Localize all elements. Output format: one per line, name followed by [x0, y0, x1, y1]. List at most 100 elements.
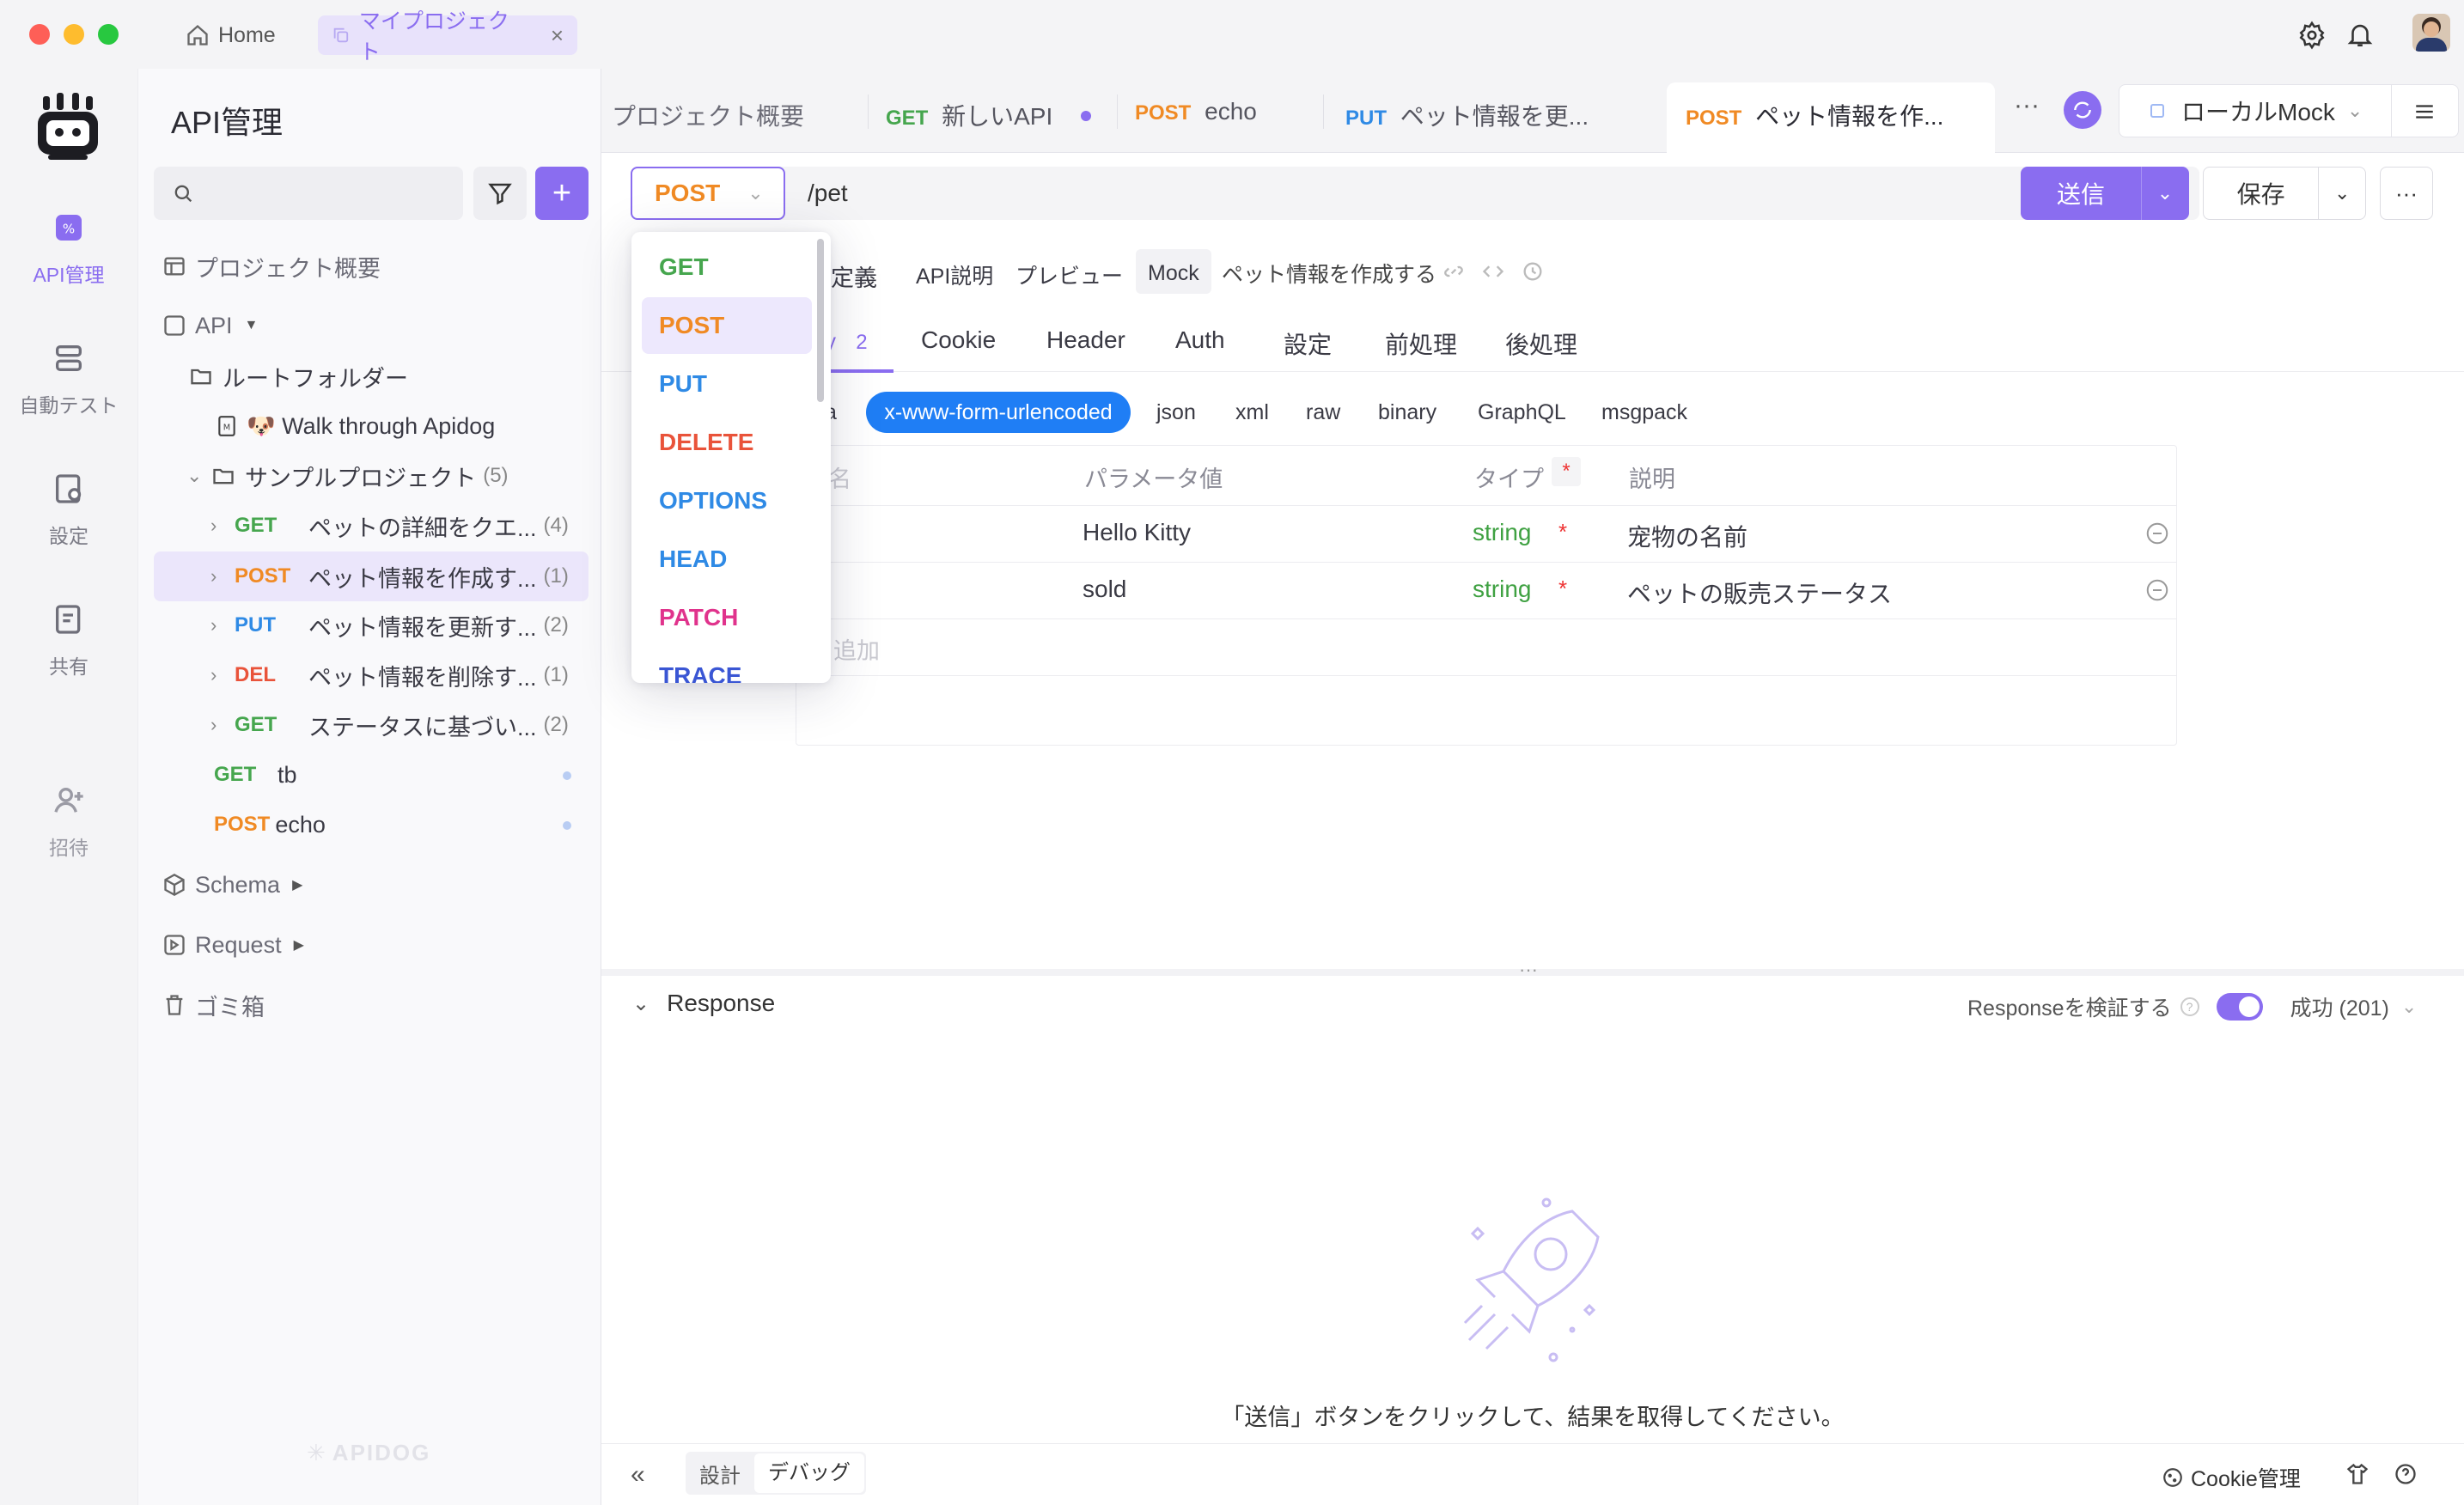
debug-mode-button[interactable]: デバッグ — [754, 1453, 864, 1493]
sidebar-item-schema[interactable]: Schema ▶ — [162, 861, 302, 909]
menu-icon[interactable] — [2413, 101, 2436, 123]
avatar[interactable] — [2412, 14, 2450, 52]
rail-share[interactable]: 共有 — [0, 602, 137, 679]
sidebar-item-root-folder[interactable]: ルートフォルダー — [188, 352, 408, 400]
rail-invite[interactable]: 招待 — [0, 783, 137, 861]
body-type-binary[interactable]: binary — [1378, 400, 1436, 425]
tab-put-pet[interactable]: PUT ペット情報を更... — [1345, 98, 1589, 132]
root-folder-label: ルートフォルダー — [223, 365, 408, 392]
search-input[interactable] — [154, 167, 463, 220]
subtab-preview[interactable]: プレビュー — [1015, 259, 1123, 290]
tab-settings[interactable]: 設定 — [1284, 326, 1332, 361]
method-option-trace[interactable]: TRACE — [642, 648, 812, 683]
filter-button[interactable] — [473, 167, 527, 220]
param-value-cell[interactable]: sold — [1083, 576, 1126, 603]
required-mark[interactable]: * — [1558, 576, 1567, 602]
body-type-urlencoded[interactable]: x-www-form-urlencoded — [866, 392, 1131, 433]
sidebar-item-walkthrough[interactable]: M 🐶 Walk through Apidog — [216, 402, 495, 450]
tab-new-api[interactable]: GET 新しいAPI — [886, 98, 1052, 132]
shirt-icon[interactable] — [2345, 1462, 2369, 1486]
method-option-options[interactable]: OPTIONS — [642, 472, 812, 529]
sidebar-item-api[interactable]: API ▼ — [162, 302, 258, 350]
body-type-xml[interactable]: xml — [1235, 400, 1269, 425]
gear-icon[interactable] — [2297, 21, 2327, 50]
tab-echo[interactable]: POST echo — [1135, 98, 1257, 125]
add-button[interactable]: + — [535, 167, 589, 220]
rail-api-management[interactable]: % API管理 — [0, 210, 137, 288]
rail-settings[interactable]: 設定 — [0, 472, 137, 549]
code-icon[interactable] — [1481, 259, 1505, 283]
required-mark[interactable]: * — [1558, 519, 1567, 545]
method-option-head[interactable]: HEAD — [642, 531, 812, 588]
history-icon[interactable] — [1521, 259, 1545, 283]
body-type-label: xml — [1235, 400, 1269, 424]
maximize-window-button[interactable] — [98, 24, 119, 45]
help-icon[interactable]: ? — [2180, 997, 2199, 1016]
help-circle-icon[interactable] — [2394, 1462, 2418, 1486]
sidebar-item-trash[interactable]: ゴミ箱 — [162, 981, 265, 1029]
method-option-get[interactable]: GET — [642, 239, 812, 296]
chevron-down-icon[interactable]: ⌄ — [2142, 182, 2188, 204]
method-option-put[interactable]: PUT — [642, 356, 812, 412]
body-type-graphql[interactable]: GraphQL — [1478, 400, 1566, 425]
param-value-cell[interactable]: Hello Kitty — [1083, 519, 1191, 546]
response-status[interactable]: 成功 (201) — [2290, 991, 2389, 1022]
sidebar-endpoint-tb[interactable]: GET tb — [214, 751, 575, 799]
param-type-cell[interactable]: string — [1473, 519, 1531, 546]
more-options-button[interactable]: ··· — [2380, 167, 2433, 220]
close-tab-icon[interactable]: × — [551, 22, 564, 49]
link-icon[interactable] — [1442, 259, 1466, 283]
bell-icon[interactable] — [2345, 19, 2375, 50]
tab-post-pet-active[interactable]: POST ペット情報を作... — [1686, 98, 1943, 132]
tab-pre-process[interactable]: 前処理 — [1385, 326, 1457, 361]
sidebar-item-sample-project[interactable]: ⌄ サンプルプロジェクト (5) — [186, 452, 509, 500]
tab-cookie[interactable]: Cookie — [921, 326, 996, 354]
tab-overview[interactable]: プロジェクト概要 — [612, 98, 804, 132]
sidebar-endpoint[interactable]: › DEL ペット情報を削除す... (1) — [210, 651, 569, 699]
tab-post-process[interactable]: 後処理 — [1505, 326, 1577, 361]
home-tab[interactable]: Home — [172, 15, 290, 55]
sidebar-item-overview[interactable]: プロジェクト概要 — [162, 242, 381, 290]
method-select[interactable]: POST ⌄ — [631, 167, 785, 220]
remove-row-icon[interactable] — [2144, 521, 2170, 546]
method-option-patch[interactable]: PATCH — [642, 589, 812, 646]
minimize-window-button[interactable] — [64, 24, 84, 45]
collapse-sidebar-icon[interactable]: « — [631, 1460, 645, 1490]
param-type-cell[interactable]: string — [1473, 576, 1531, 603]
project-tab[interactable]: マイプロジェクト × — [318, 9, 577, 64]
method-option-delete[interactable]: DELETE — [642, 414, 812, 471]
remove-row-icon[interactable] — [2144, 577, 2170, 603]
drag-handle-icon[interactable]: ··· — [1519, 959, 1538, 981]
body-type-raw[interactable]: raw — [1306, 400, 1340, 425]
chevron-down-icon[interactable]: ⌄ — [2319, 182, 2365, 204]
param-desc-cell[interactable]: ペットの販売ステータス — [1627, 576, 1892, 610]
sidebar-endpoint[interactable]: › GET ステータスに基づい... (2) — [210, 701, 569, 749]
sidebar-item-request[interactable]: Request ▶ — [162, 921, 304, 969]
sync-button[interactable] — [2064, 91, 2101, 129]
cookie-manager[interactable]: Cookie管理 — [2162, 1462, 2301, 1493]
tab-header[interactable]: Header — [1046, 326, 1125, 354]
sidebar-endpoint[interactable]: › PUT ペット情報を更新す... (2) — [210, 601, 569, 649]
close-window-button[interactable] — [29, 24, 50, 45]
body-type-json[interactable]: json — [1156, 400, 1196, 425]
subtab-api-doc[interactable]: API説明 — [916, 259, 993, 290]
tab-body[interactable]: y 2 — [825, 328, 868, 355]
validate-toggle[interactable] — [2216, 993, 2263, 1021]
add-param-row[interactable]: 追加 — [833, 632, 880, 666]
param-desc-cell[interactable]: 宠物の名前 — [1627, 519, 1747, 553]
response-header[interactable]: ⌄ Response — [632, 990, 775, 1017]
sidebar-endpoint-selected[interactable]: › POST ペット情報を作成す... (1) — [210, 552, 569, 600]
save-button[interactable]: 保存 ⌄ — [2203, 167, 2366, 220]
method-option-post[interactable]: POST — [642, 297, 812, 354]
sidebar-endpoint-echo[interactable]: POST echo — [214, 801, 326, 849]
rail-auto-test[interactable]: 自動テスト — [0, 341, 137, 418]
subtab-mock[interactable]: Mock — [1148, 259, 1199, 286]
tab-auth[interactable]: Auth — [1175, 326, 1225, 354]
dropdown-scrollbar[interactable] — [817, 239, 824, 402]
send-button[interactable]: 送信 ⌄ — [2021, 167, 2189, 220]
design-mode-button[interactable]: 設計 — [686, 1459, 754, 1489]
body-type-msgpack[interactable]: msgpack — [1601, 400, 1687, 425]
url-input[interactable]: /pet — [808, 180, 848, 207]
env-selector[interactable]: ローカルMock ⌄ — [2119, 84, 2459, 137]
more-tabs-icon[interactable]: ··· — [2014, 91, 2040, 120]
